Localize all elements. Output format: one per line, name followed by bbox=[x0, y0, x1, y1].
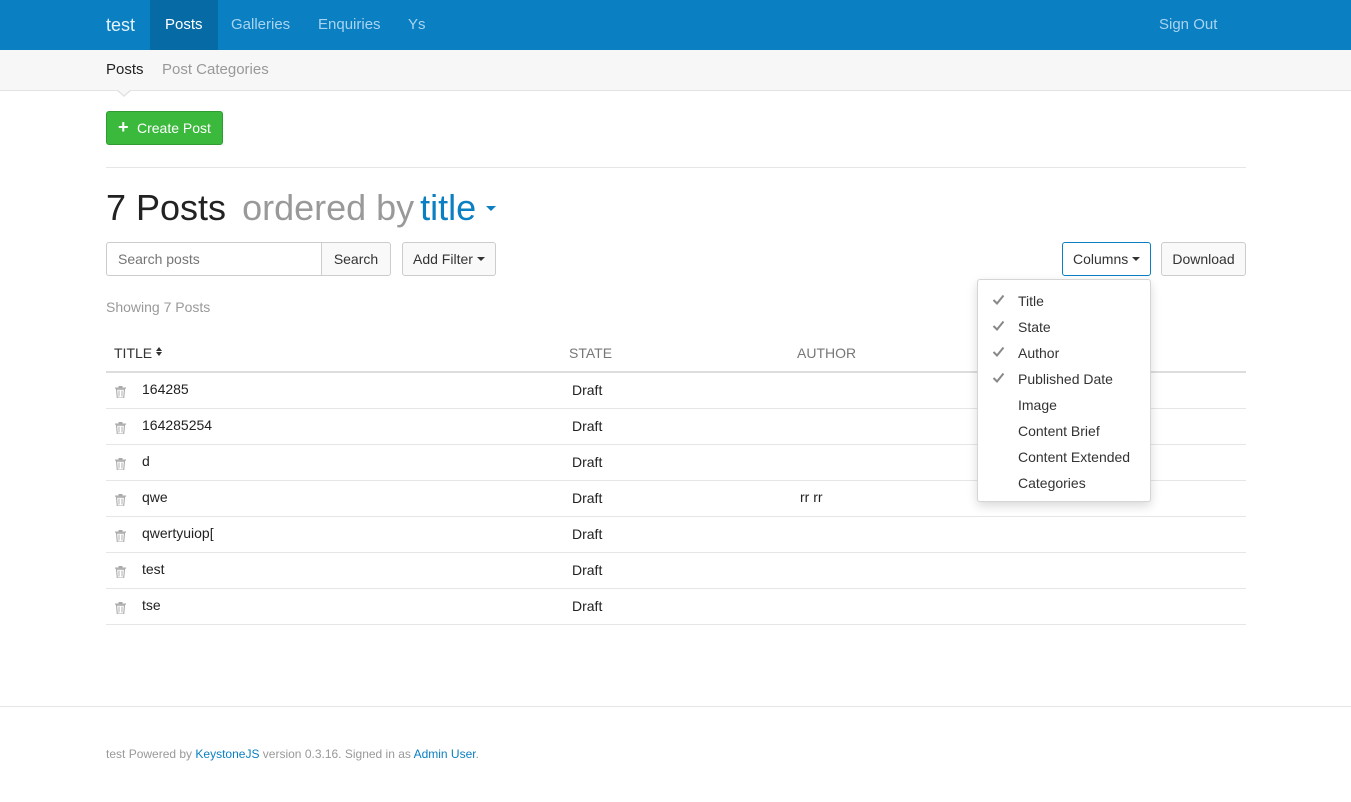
subnav-item-posts[interactable]: Posts bbox=[106, 50, 144, 90]
column-header-title[interactable]: Title bbox=[114, 345, 164, 362]
cell-author: rr rr bbox=[800, 489, 823, 505]
column-option-label: Content Brief bbox=[1018, 423, 1100, 439]
nav-item-galleries[interactable]: Galleries bbox=[216, 0, 305, 50]
keystonejs-link[interactable]: KeystoneJS bbox=[195, 747, 259, 761]
search-button[interactable]: Search bbox=[321, 242, 391, 276]
footer-divider bbox=[0, 706, 1351, 707]
column-option[interactable]: Author bbox=[978, 341, 1150, 367]
column-option[interactable]: Content Extended bbox=[978, 445, 1150, 471]
cell-state: Draft bbox=[572, 526, 603, 542]
cell-title[interactable]: d bbox=[142, 453, 150, 470]
column-option[interactable]: Published Date bbox=[978, 367, 1150, 393]
post-count: 7 Posts bbox=[106, 187, 227, 228]
column-option-label: Image bbox=[1018, 397, 1057, 413]
cell-title[interactable]: 164285 bbox=[142, 381, 189, 398]
sort-icon bbox=[156, 347, 164, 357]
sign-out-link[interactable]: Sign Out bbox=[1159, 0, 1217, 50]
active-indicator bbox=[116, 89, 132, 97]
column-option-label: State bbox=[1018, 319, 1051, 335]
ordered-by-label: ordered by bbox=[242, 187, 415, 228]
create-post-button[interactable]: + Create Post bbox=[106, 111, 223, 145]
brand-link[interactable]: test bbox=[106, 0, 135, 50]
check-icon bbox=[992, 371, 1005, 384]
caret-down-icon bbox=[476, 257, 485, 262]
column-option-label: Content Extended bbox=[1018, 449, 1131, 465]
cell-title[interactable]: test bbox=[142, 561, 165, 578]
trash-icon[interactable] bbox=[115, 421, 126, 435]
cell-state: Draft bbox=[572, 598, 603, 614]
column-option[interactable]: Content Brief bbox=[978, 419, 1150, 445]
subnav-item-post-categories[interactable]: Post Categories bbox=[162, 50, 269, 90]
column-header-author[interactable]: Author bbox=[797, 345, 856, 362]
cell-title[interactable]: qwertyuiop[ bbox=[142, 525, 214, 542]
trash-icon[interactable] bbox=[115, 385, 126, 399]
trash-icon[interactable] bbox=[115, 601, 126, 615]
nav-item-posts[interactable]: Posts bbox=[150, 0, 218, 50]
download-button[interactable]: Download bbox=[1161, 242, 1246, 276]
trash-icon[interactable] bbox=[115, 529, 126, 543]
cell-title[interactable]: 164285254 bbox=[142, 417, 212, 434]
footer-powered-by: Powered by bbox=[128, 747, 193, 761]
column-option-label: Published Date bbox=[1018, 371, 1113, 387]
showing-count: Showing 7 Posts bbox=[106, 299, 211, 315]
cell-title[interactable]: qwe bbox=[142, 489, 168, 506]
caret-down-icon bbox=[1132, 257, 1141, 262]
footer-version: version 0.3.16. Signed in as bbox=[262, 747, 411, 761]
columns-button[interactable]: Columns bbox=[1062, 242, 1151, 276]
column-option[interactable]: Title bbox=[978, 289, 1150, 315]
columns-label: Columns bbox=[1073, 251, 1129, 267]
column-option[interactable]: Image bbox=[978, 393, 1150, 419]
create-post-label: Create Post bbox=[137, 120, 211, 136]
cell-state: Draft bbox=[572, 490, 603, 506]
columns-dropdown-menu: Title State Author Published Date Image Conte… bbox=[977, 279, 1151, 502]
trash-icon[interactable] bbox=[115, 565, 126, 579]
column-header-title-label: Title bbox=[114, 345, 153, 361]
column-option-label: Categories bbox=[1018, 475, 1086, 491]
column-option[interactable]: State bbox=[978, 315, 1150, 341]
check-icon bbox=[992, 293, 1005, 306]
cell-title[interactable]: tse bbox=[142, 597, 161, 614]
page-title: 7 Posts ordered by title bbox=[106, 186, 497, 230]
column-header-state[interactable]: State bbox=[569, 345, 612, 362]
column-option-label: Title bbox=[1018, 293, 1044, 309]
column-option[interactable]: Categories bbox=[978, 471, 1150, 497]
divider bbox=[106, 167, 1246, 168]
nav-item-enquiries[interactable]: Enquiries bbox=[303, 0, 396, 50]
trash-icon[interactable] bbox=[115, 493, 126, 507]
plus-icon: + bbox=[118, 117, 129, 137]
check-icon bbox=[992, 345, 1005, 358]
add-filter-button[interactable]: Add Filter bbox=[402, 242, 496, 276]
cell-state: Draft bbox=[572, 382, 603, 398]
column-option-label: Author bbox=[1018, 345, 1060, 361]
cell-state: Draft bbox=[572, 562, 603, 578]
cell-state: Draft bbox=[572, 454, 603, 470]
chevron-down-icon[interactable] bbox=[486, 205, 497, 211]
table-row: test Draft bbox=[106, 553, 1246, 589]
footer-period: . bbox=[475, 747, 479, 761]
trash-icon[interactable] bbox=[115, 457, 126, 471]
table-row: qwertyuiop[ Draft bbox=[106, 517, 1246, 553]
footer-site-name: test bbox=[106, 747, 126, 761]
top-navbar: test Posts Galleries Enquiries Ys Sign O… bbox=[0, 0, 1351, 50]
footer: test Powered by KeystoneJS version 0.3.1… bbox=[106, 747, 479, 762]
table-row: tse Draft bbox=[106, 589, 1246, 625]
sort-field-dropdown[interactable]: title bbox=[420, 187, 476, 228]
check-icon bbox=[992, 319, 1005, 332]
nav-item-ys[interactable]: Ys bbox=[393, 0, 441, 50]
sub-navbar: Posts Post Categories bbox=[0, 50, 1351, 97]
search-input[interactable] bbox=[106, 242, 322, 276]
cell-state: Draft bbox=[572, 418, 603, 434]
admin-user-link[interactable]: Admin User bbox=[414, 747, 476, 761]
add-filter-label: Add Filter bbox=[413, 251, 473, 267]
